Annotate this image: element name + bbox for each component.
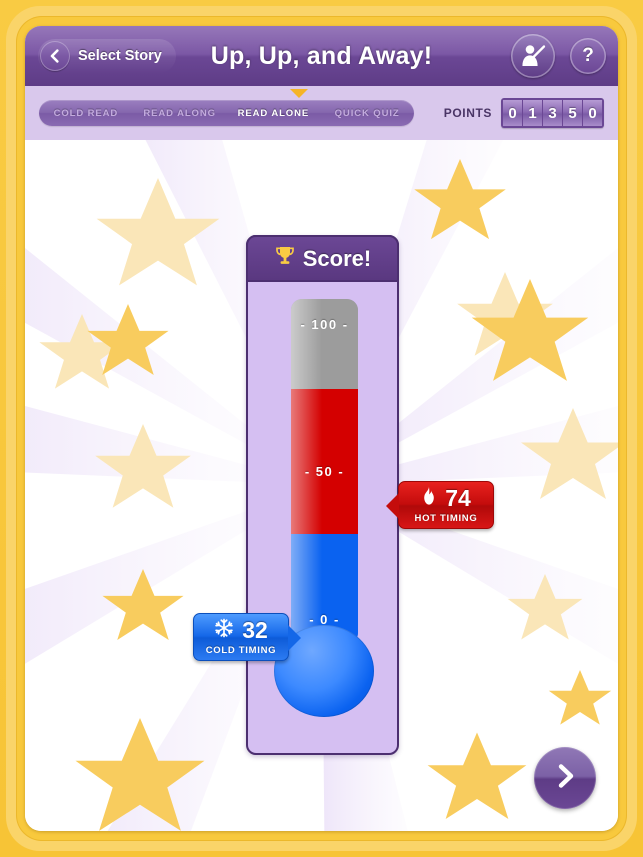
help-button[interactable]: ? bbox=[570, 38, 606, 74]
points-digit: 0 bbox=[583, 100, 602, 126]
triangle-down-indicator bbox=[290, 89, 308, 98]
app-frame: Select Story Up, Up, and Away! ? COLD RE… bbox=[0, 0, 643, 857]
teacher-avatar-icon[interactable] bbox=[511, 34, 555, 78]
hot-timing-label: HOT TIMING bbox=[414, 513, 478, 524]
thermometer-tube: - 100 - - 50 - - 0 - bbox=[291, 299, 358, 644]
hot-timing-badge: 74 HOT TIMING bbox=[386, 481, 494, 529]
flame-icon bbox=[421, 486, 437, 510]
points-label: POINTS bbox=[443, 106, 492, 120]
cold-timing-label: COLD TIMING bbox=[205, 645, 277, 656]
next-button[interactable] bbox=[534, 747, 596, 809]
points-digit-group: 0 1 3 5 0 bbox=[501, 98, 604, 128]
chevron-right-icon bbox=[551, 762, 579, 795]
thermometer-tick-0: - 0 - bbox=[309, 612, 340, 627]
cold-timing-badge: 32 COLD TIMING bbox=[193, 613, 301, 661]
tab-strip: COLD READ READ ALONG READ ALONE QUICK QU… bbox=[25, 86, 618, 140]
trophy-icon bbox=[274, 245, 296, 272]
tab-cold-read[interactable]: COLD READ bbox=[39, 108, 133, 119]
thermometer-tick-50: - 50 - bbox=[304, 464, 345, 479]
tab-list: COLD READ READ ALONG READ ALONE QUICK QU… bbox=[39, 100, 414, 126]
snowflake-icon bbox=[214, 618, 234, 642]
content-area: Score! - 100 - - 50 - - 0 - 74 HOT TIMIN… bbox=[25, 140, 618, 831]
points-digit: 5 bbox=[563, 100, 582, 126]
points-counter: POINTS 0 1 3 5 0 bbox=[443, 98, 604, 128]
tab-quick-quiz[interactable]: QUICK QUIZ bbox=[320, 108, 414, 119]
title-bar: Select Story Up, Up, and Away! ? bbox=[25, 26, 618, 87]
tab-read-along[interactable]: READ ALONG bbox=[133, 108, 227, 119]
thermometer-tick-100: - 100 - bbox=[300, 317, 349, 332]
thermometer-empty-segment bbox=[291, 299, 358, 389]
score-panel-header: Score! bbox=[246, 235, 399, 282]
cold-timing-value: 32 bbox=[242, 616, 268, 643]
device-screen: Select Story Up, Up, and Away! ? COLD RE… bbox=[25, 26, 618, 831]
score-panel: Score! - 100 - - 50 - - 0 - bbox=[246, 235, 399, 755]
chevron-left-icon bbox=[40, 41, 70, 71]
back-button-label: Select Story bbox=[78, 48, 162, 64]
back-button[interactable]: Select Story bbox=[38, 39, 176, 73]
tab-read-alone[interactable]: READ ALONE bbox=[227, 108, 321, 119]
points-digit: 0 bbox=[503, 100, 522, 126]
hot-timing-value: 74 bbox=[445, 484, 471, 511]
points-digit: 1 bbox=[523, 100, 542, 126]
thermometer-hot-segment bbox=[291, 388, 358, 534]
score-panel-title: Score! bbox=[302, 245, 372, 271]
points-digit: 3 bbox=[543, 100, 562, 126]
